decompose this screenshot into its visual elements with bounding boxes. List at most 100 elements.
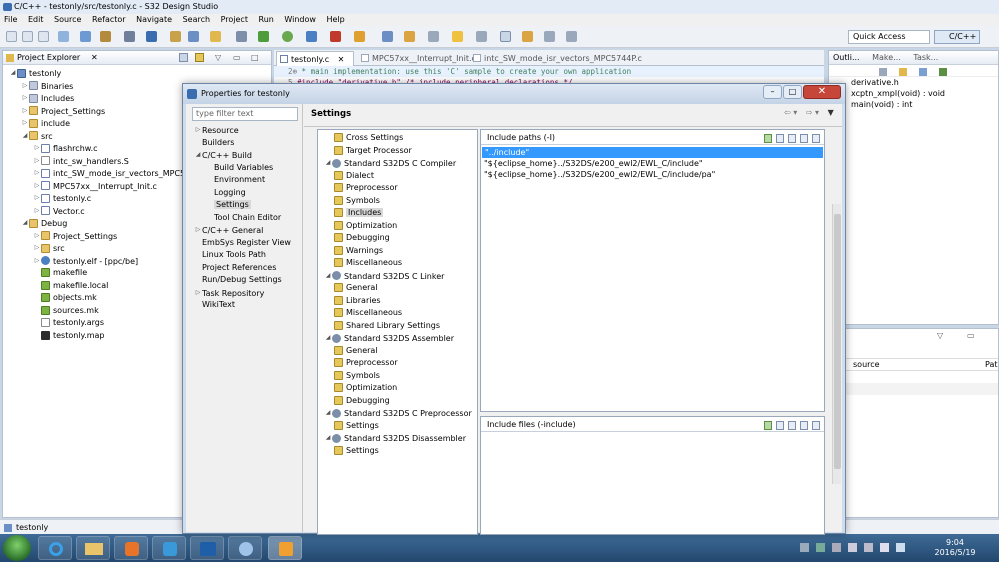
minimize-button[interactable]: – <box>763 85 782 99</box>
tool-option-item[interactable]: Symbols <box>318 370 477 383</box>
nav-item[interactable]: ▷ Resource <box>192 124 302 137</box>
splitter[interactable] <box>302 104 303 532</box>
edit-icon[interactable] <box>404 31 415 42</box>
tool-option-item[interactable]: Preprocessor <box>318 182 477 195</box>
add-icon[interactable] <box>764 421 772 430</box>
s32ds-taskbar-icon[interactable] <box>268 536 302 560</box>
twisty-icon[interactable]: ▷ <box>33 167 41 180</box>
scrollbar-thumb[interactable] <box>834 214 841 469</box>
twisty-icon[interactable]: ▷ <box>33 255 41 268</box>
tool-option-item[interactable]: Warnings <box>318 245 477 258</box>
menu-navigate[interactable]: Navigate <box>136 15 172 24</box>
delete-icon[interactable] <box>776 421 784 430</box>
nav-item[interactable]: Project References <box>192 262 302 275</box>
tool-node[interactable]: ◢ Standard S32DS C Compiler <box>318 157 477 170</box>
hide-static-icon[interactable] <box>919 68 927 76</box>
outline-item[interactable]: main(void) : int <box>829 99 998 110</box>
close-icon[interactable]: ✕ <box>91 51 98 65</box>
menu-project[interactable]: Project <box>221 15 248 24</box>
tab-mpc57xx-interrupt-init[interactable]: MPC57xx__Interrupt_Init.c <box>358 51 476 66</box>
twisty-icon[interactable]: ▷ <box>33 205 41 218</box>
filter-input[interactable]: type filter text <box>192 107 298 121</box>
tool-option-item[interactable]: Symbols <box>318 195 477 208</box>
run-icon[interactable] <box>258 31 269 42</box>
settings-icon[interactable] <box>124 31 135 42</box>
tree-item[interactable]: ◢ testonly <box>3 67 271 80</box>
edit-icon[interactable] <box>788 134 796 143</box>
bookmark-icon[interactable] <box>452 31 463 42</box>
taskbar-clock[interactable]: 9:04 2016/5/19 <box>920 538 990 558</box>
tool-option-item[interactable]: General <box>318 345 477 358</box>
volume-icon[interactable] <box>880 543 889 552</box>
tool-option-item[interactable]: Settings <box>318 420 477 433</box>
move-down-icon[interactable] <box>812 134 820 143</box>
tool-option-item[interactable]: Optimization <box>318 382 477 395</box>
tool-option-item[interactable]: Includes <box>318 207 477 220</box>
twisty-icon[interactable]: ▷ <box>21 117 29 130</box>
twisty-icon[interactable]: ◢ <box>21 130 29 143</box>
tool-option-item[interactable]: Libraries <box>318 295 477 308</box>
move-up-icon[interactable] <box>800 421 808 430</box>
explorer-taskbar-icon[interactable] <box>76 536 110 560</box>
tray-icon[interactable] <box>800 543 809 552</box>
twisty-icon[interactable]: ◢ <box>21 217 29 230</box>
outline-item[interactable]: xcptn_xmpl(void) : void <box>829 88 998 99</box>
last-edit-icon[interactable] <box>522 31 533 42</box>
minimize-icon[interactable]: ▭ <box>233 51 241 65</box>
view-menu-icon[interactable]: ▽ <box>937 331 943 340</box>
tool-node[interactable]: ◢ Standard S32DS C Preprocessor <box>318 407 477 420</box>
outline-item[interactable]: derivative.h <box>829 77 998 88</box>
debug-run-icon[interactable] <box>282 31 293 42</box>
tool-node[interactable]: ◢ Standard S32DS C Linker <box>318 270 477 283</box>
back-icon[interactable]: ⇦ ▾ <box>784 108 797 117</box>
new-folder-icon[interactable] <box>188 31 199 42</box>
menu-run[interactable]: Run <box>259 15 274 24</box>
view-menu-icon[interactable]: ▽ <box>215 51 221 65</box>
open-folder-icon[interactable] <box>210 31 221 42</box>
tool-option-item[interactable]: Optimization <box>318 220 477 233</box>
tool-option-item[interactable]: Miscellaneous <box>318 307 477 320</box>
print-icon[interactable] <box>58 31 69 42</box>
collapse-all-icon[interactable] <box>179 53 188 62</box>
tool-node[interactable]: ◢ Standard S32DS Assembler <box>318 332 477 345</box>
column-path[interactable]: Pat <box>985 359 998 371</box>
outlook-taskbar-icon[interactable] <box>190 536 224 560</box>
menu-edit[interactable]: Edit <box>28 15 44 24</box>
save-icon[interactable] <box>22 31 33 42</box>
twisty-icon[interactable]: ◢ <box>324 407 332 420</box>
tool-option-item[interactable]: Dialect <box>318 170 477 183</box>
twisty-icon[interactable]: ▷ <box>33 230 41 243</box>
build-config-icon[interactable] <box>80 31 91 42</box>
sort-icon[interactable] <box>879 68 887 76</box>
hide-nonpublic-icon[interactable] <box>939 68 947 76</box>
nav-item[interactable]: WikiText <box>192 299 302 312</box>
nav-item[interactable]: ▷ C/C++ General <box>192 224 302 237</box>
back-icon[interactable] <box>544 31 555 42</box>
delete-icon[interactable] <box>776 134 784 143</box>
forward-icon[interactable]: ⇨ ▾ <box>806 108 819 117</box>
menu-window[interactable]: Window <box>284 15 316 24</box>
tray-icon[interactable] <box>832 543 841 552</box>
media-player-taskbar-icon[interactable] <box>114 536 148 560</box>
twisty-icon[interactable]: ◢ <box>194 149 202 162</box>
nav-item[interactable]: Logging <box>192 187 302 200</box>
prev-annotation-icon[interactable] <box>476 31 487 42</box>
tab-tasks[interactable]: Task... <box>913 53 938 62</box>
tool-option-item[interactable]: Settings <box>318 445 477 458</box>
build-icon[interactable] <box>100 31 111 42</box>
nav-item[interactable]: Builders <box>192 137 302 150</box>
menu-refactor[interactable]: Refactor <box>92 15 126 24</box>
twisty-icon[interactable]: ▷ <box>194 287 202 300</box>
tool-option-item[interactable]: General <box>318 282 477 295</box>
menu-icon[interactable]: ▼ <box>828 108 834 117</box>
start-button[interactable] <box>3 535 31 561</box>
maximize-button[interactable]: □ <box>783 85 802 99</box>
pin-icon[interactable] <box>500 31 511 42</box>
twisty-icon[interactable]: ▷ <box>21 105 29 118</box>
tool-option-item[interactable]: Shared Library Settings <box>318 320 477 333</box>
tray-icon[interactable] <box>864 543 873 552</box>
perspective-c-cpp-button[interactable]: C/C++ <box>934 30 980 44</box>
maximize-icon[interactable]: □ <box>251 51 259 65</box>
project-explorer-title[interactable]: Project Explorer <box>17 53 80 62</box>
debug-icon[interactable] <box>146 31 157 42</box>
